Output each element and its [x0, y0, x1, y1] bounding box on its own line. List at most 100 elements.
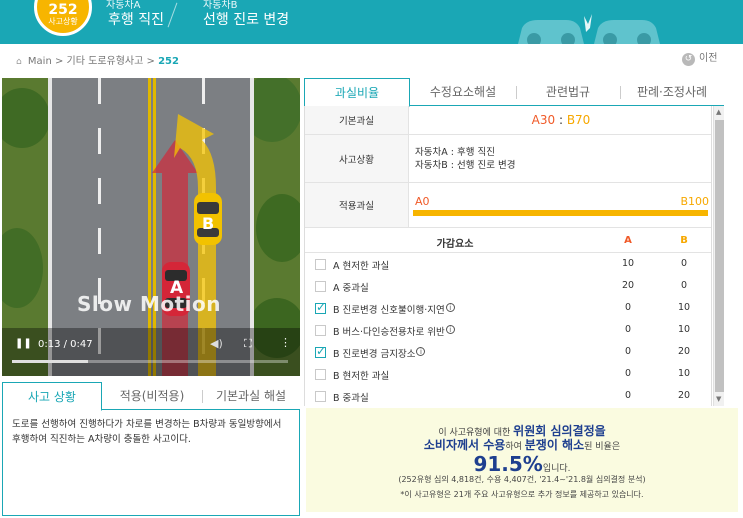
situation-row: 사고상황 자동차A : 후행 직진 자동차B : 선행 진로 변경	[305, 135, 711, 183]
adjustment-value-b: 10	[677, 368, 691, 379]
info-line-2-mid: 하여	[505, 442, 525, 452]
right-tab-bar: 과실비율 수정요소해설 관련법규 판례·조정사례	[304, 78, 724, 107]
adjustment-col-a: A	[624, 235, 632, 246]
adjustment-label: A 현저한 과실	[333, 258, 389, 272]
resolution-percent: 91.5%	[473, 452, 543, 476]
back-button[interactable]: ↺ 이전	[682, 49, 717, 66]
car-b-description: 선행 진로 변경	[203, 12, 290, 28]
adjustment-checkbox[interactable]	[315, 391, 326, 402]
adjustment-checkbox[interactable]	[315, 369, 326, 380]
adjustment-header-label: 가감요소	[436, 239, 474, 250]
adjustment-row: B 진로변경 신호불이행·지연i 0 10	[305, 298, 711, 320]
info-icon[interactable]: i	[416, 347, 426, 356]
adjustment-label: B 현저한 과실	[333, 368, 389, 382]
info-line-2-post: 된 비율은	[584, 442, 621, 452]
tab-applicability[interactable]: 적용(비적용)	[102, 382, 202, 410]
tab-precedents[interactable]: 판례·조정사례	[620, 78, 724, 106]
dispute-resolution-info: 이 사고유형에 대한 위원회 심의결정을 소비자께서 수용하여 분쟁이 해소된 …	[306, 408, 738, 512]
breadcrumb-current: 252	[158, 56, 179, 67]
scrollbar-thumb[interactable]	[715, 120, 724, 392]
adjustment-label-text: B 버스·다인승전용차로 위반	[333, 327, 445, 338]
back-label: 이전	[699, 53, 718, 64]
info-line-3: 91.5%입니다.	[306, 452, 738, 476]
adjustment-row: B 중과실 0 20	[305, 386, 711, 406]
scroll-down-icon[interactable]: ▼	[716, 395, 721, 403]
breadcrumb-separator: >	[146, 56, 155, 67]
breadcrumb-home[interactable]: Main	[28, 56, 52, 67]
breadcrumb-separator: >	[54, 56, 64, 67]
car-a-description: 후행 직진	[108, 12, 164, 28]
tab-basic-fault-explanation[interactable]: 기본과실 해설	[202, 382, 300, 410]
video-progress-fill	[12, 360, 89, 363]
adjustment-checkbox[interactable]	[315, 300, 326, 314]
applied-fault-label: 적용과실	[305, 183, 409, 227]
accident-video[interactable]: B A	[2, 78, 300, 376]
info-line-2-bold2: 분쟁이 해소	[524, 438, 585, 452]
case-number: 252	[48, 2, 78, 18]
page-header: 252 사고상황 자동차A 후행 직진 자동차B 선행 진로 변경	[0, 0, 743, 44]
crash-illustration-icon	[518, 14, 660, 44]
adjustment-value-b: 20	[677, 346, 691, 357]
tab-adjustment-explanation[interactable]: 수정요소해설	[410, 78, 516, 106]
situation-label: 사고상황	[305, 135, 409, 182]
situation-line-b: 자동차B : 선행 진로 변경	[415, 160, 516, 171]
adjustment-value-b: 0	[680, 258, 688, 269]
adjustment-row: B 버스·다인승전용차로 위반 i 0 10	[305, 320, 711, 342]
basic-fault-label: 기본과실	[305, 106, 409, 134]
scroll-up-icon[interactable]: ▲	[716, 108, 721, 116]
left-tab-bar: 사고 상황 적용(비적용) 기본과실 해설	[2, 382, 300, 411]
adjustment-checkbox[interactable]	[315, 344, 326, 358]
applied-fault-bar	[413, 210, 708, 216]
more-options-icon[interactable]: ⋮	[280, 336, 291, 349]
adjustment-label: B 진로변경 금지장소 i	[333, 346, 426, 360]
info-note: *이 사고유형은 21개 주요 사고유형으로 추가 정보를 제공하고 있습니다.	[400, 490, 644, 499]
adjustment-label-text: A 중과실	[333, 283, 369, 294]
info-icon[interactable]: i	[445, 325, 455, 334]
info-line-2-bold1: 소비자께서 수용	[423, 438, 506, 452]
adjustment-row: B 진로변경 금지장소i 0 20	[305, 342, 711, 364]
adjustment-value-b: 20	[677, 390, 691, 401]
ratio-separator: :	[555, 113, 567, 127]
adjustment-header: 가감요소 A B	[305, 229, 711, 253]
breadcrumb: ⌂ Main > 기타 도로유형사고 > 252	[16, 52, 179, 67]
pause-icon[interactable]: ❚❚	[15, 338, 32, 349]
adjustment-value-a: 0	[624, 324, 632, 335]
tab-accident-situation[interactable]: 사고 상황	[2, 382, 102, 411]
tab-related-laws[interactable]: 관련법규	[516, 78, 620, 106]
adjustment-value-a: 0	[624, 368, 632, 379]
applied-fault-b: B100	[680, 195, 709, 208]
basic-fault-ratio: A30 : B70	[409, 113, 711, 127]
accident-description: 도로를 선행하여 진행하다가 차로를 변경하는 B차량과 동일방향에서 후행하여…	[2, 409, 300, 516]
situation-text: 자동차A : 후행 직진 자동차B : 선행 진로 변경	[415, 146, 515, 172]
adjustment-value-b: 0	[680, 280, 688, 291]
basic-fault-row: 기본과실 A30 : B70	[305, 106, 711, 135]
adjustment-label: B 진로변경 신호불이행·지연 i	[333, 302, 455, 316]
adjustment-value-a: 20	[621, 280, 635, 291]
table-scrollbar[interactable]: ▲ ▼	[713, 106, 724, 406]
adjustment-row: A 현저한 과실 10 0	[305, 254, 711, 276]
adjustment-row: A 중과실 20 0	[305, 276, 711, 298]
adjustment-value-b: 10	[677, 324, 691, 335]
adjustment-checkbox[interactable]	[315, 259, 326, 270]
video-progress-bar[interactable]	[12, 360, 288, 363]
road-scene	[2, 78, 300, 376]
back-arrow-icon: ↺	[682, 53, 695, 66]
fullscreen-icon[interactable]: ⛶	[244, 337, 252, 351]
adjustment-value-a: 0	[624, 390, 632, 401]
adjustment-label-text: B 진로변경 금지장소	[333, 349, 416, 360]
adjustment-value-a: 0	[624, 302, 632, 313]
info-stats: (252유형 심의 4,818건, 수용 4,407건, '21.4~'21.8…	[398, 475, 646, 484]
tab-fault-ratio[interactable]: 과실비율	[304, 78, 410, 107]
home-icon[interactable]: ⌂	[16, 57, 22, 67]
info-icon[interactable]: i	[445, 303, 455, 312]
situation-line-a: 자동차A : 후행 직진	[415, 147, 495, 158]
adjustment-label-text: B 진로변경 신호불이행·지연	[333, 305, 445, 316]
adjustment-value-a: 10	[621, 258, 635, 269]
fault-table: 기본과실 A30 : B70 사고상황 자동차A : 후행 직진 자동차B : …	[304, 106, 712, 406]
header-divider	[167, 2, 178, 28]
volume-icon[interactable]: ◀)	[210, 337, 223, 350]
adjustment-label: A 중과실	[333, 280, 369, 294]
adjustment-checkbox[interactable]	[315, 281, 326, 292]
adjustment-checkbox[interactable]	[315, 325, 326, 336]
breadcrumb-category[interactable]: 기타 도로유형사고	[67, 56, 144, 67]
